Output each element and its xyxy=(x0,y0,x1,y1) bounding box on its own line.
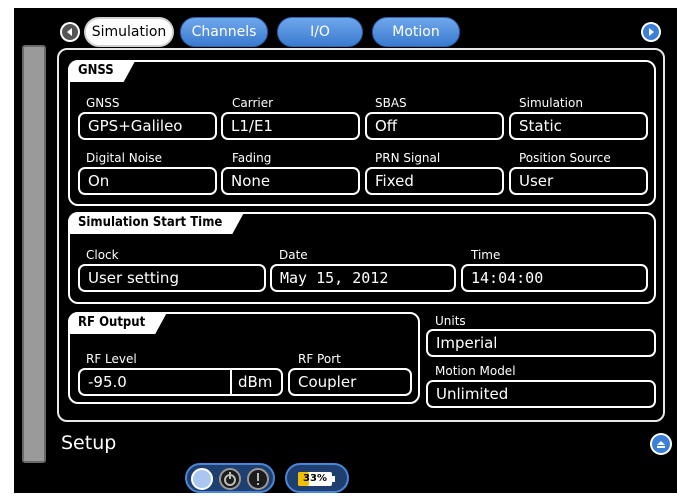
sbas-label: SBAS xyxy=(375,96,407,110)
main-panel: GNSS GNSS GPS+Galileo Carrier L1/E1 SBAS… xyxy=(57,48,665,422)
time-field[interactable]: 14:04:00 xyxy=(461,264,648,292)
alert-icon[interactable] xyxy=(247,468,269,490)
collapse-button[interactable] xyxy=(650,433,672,455)
battery-indicator: 33% xyxy=(285,463,349,493)
tab-simulation[interactable]: Simulation xyxy=(84,17,174,47)
prn-signal-label: PRN Signal xyxy=(375,151,441,165)
status-circle-icon[interactable] xyxy=(191,468,213,490)
battery-icon: 33% xyxy=(298,472,332,486)
digital-noise-label: Digital Noise xyxy=(86,151,163,165)
gnss-label: GNSS xyxy=(86,96,120,110)
sbas-field[interactable]: Off xyxy=(365,112,504,140)
fading-label: Fading xyxy=(232,151,272,165)
rf-level-divider xyxy=(230,370,232,394)
prn-signal-field[interactable]: Fixed xyxy=(365,167,504,195)
rf-output-panel-title: RF Output xyxy=(68,312,167,334)
power-icon[interactable] xyxy=(219,468,241,490)
simulation-field[interactable]: Static xyxy=(509,112,648,140)
rf-output-panel: RF Output RF Level -95.0 dBm RF Port Cou… xyxy=(68,312,420,404)
fading-field[interactable]: None xyxy=(221,167,360,195)
position-source-label: Position Source xyxy=(519,151,611,165)
clock-field[interactable]: User setting xyxy=(78,264,266,292)
motion-model-field[interactable]: Unlimited xyxy=(426,380,656,408)
carrier-field[interactable]: L1/E1 xyxy=(221,112,360,140)
carrier-label: Carrier xyxy=(232,96,274,110)
units-label: Units xyxy=(435,314,466,328)
setup-title: Setup xyxy=(61,432,117,454)
rf-level-value: -95.0 xyxy=(88,373,127,391)
gnss-field[interactable]: GPS+Galileo xyxy=(78,112,217,140)
start-time-panel-title: Simulation Start Time xyxy=(68,212,244,234)
side-bezel-handle xyxy=(22,45,46,463)
nav-forward-button[interactable] xyxy=(641,22,661,42)
rf-port-field[interactable]: Coupler xyxy=(288,368,412,396)
time-label: Time xyxy=(471,248,501,262)
tab-io[interactable]: I/O xyxy=(277,17,363,47)
date-field[interactable]: May 15, 2012 xyxy=(270,264,456,292)
left-arrow-icon xyxy=(62,24,78,40)
start-time-panel: Simulation Start Time Clock User setting… xyxy=(68,212,656,304)
battery-percent: 33% xyxy=(303,473,327,484)
position-source-field[interactable]: User xyxy=(509,167,648,195)
rf-level-field[interactable]: -95.0 dBm xyxy=(78,368,283,396)
battery-tip xyxy=(332,476,335,482)
gnss-panel-title: GNSS xyxy=(68,60,136,82)
date-label: Date xyxy=(279,248,308,262)
tab-channels[interactable]: Channels xyxy=(180,17,268,47)
clock-label: Clock xyxy=(86,248,119,262)
status-indicators xyxy=(185,463,275,493)
right-arrow-icon xyxy=(643,24,659,40)
motion-model-label: Motion Model xyxy=(435,364,516,378)
digital-noise-field[interactable]: On xyxy=(78,167,217,195)
rf-level-label: RF Level xyxy=(86,352,137,366)
nav-back-button[interactable] xyxy=(60,22,80,42)
rf-level-unit: dBm xyxy=(238,373,273,391)
gnss-panel: GNSS GNSS GPS+Galileo Carrier L1/E1 SBAS… xyxy=(68,60,656,206)
simulation-label: Simulation xyxy=(519,96,583,110)
tab-motion[interactable]: Motion xyxy=(372,17,460,47)
units-field[interactable]: Imperial xyxy=(426,329,656,357)
rf-port-label: RF Port xyxy=(298,352,341,366)
collapse-up-icon xyxy=(652,435,670,453)
